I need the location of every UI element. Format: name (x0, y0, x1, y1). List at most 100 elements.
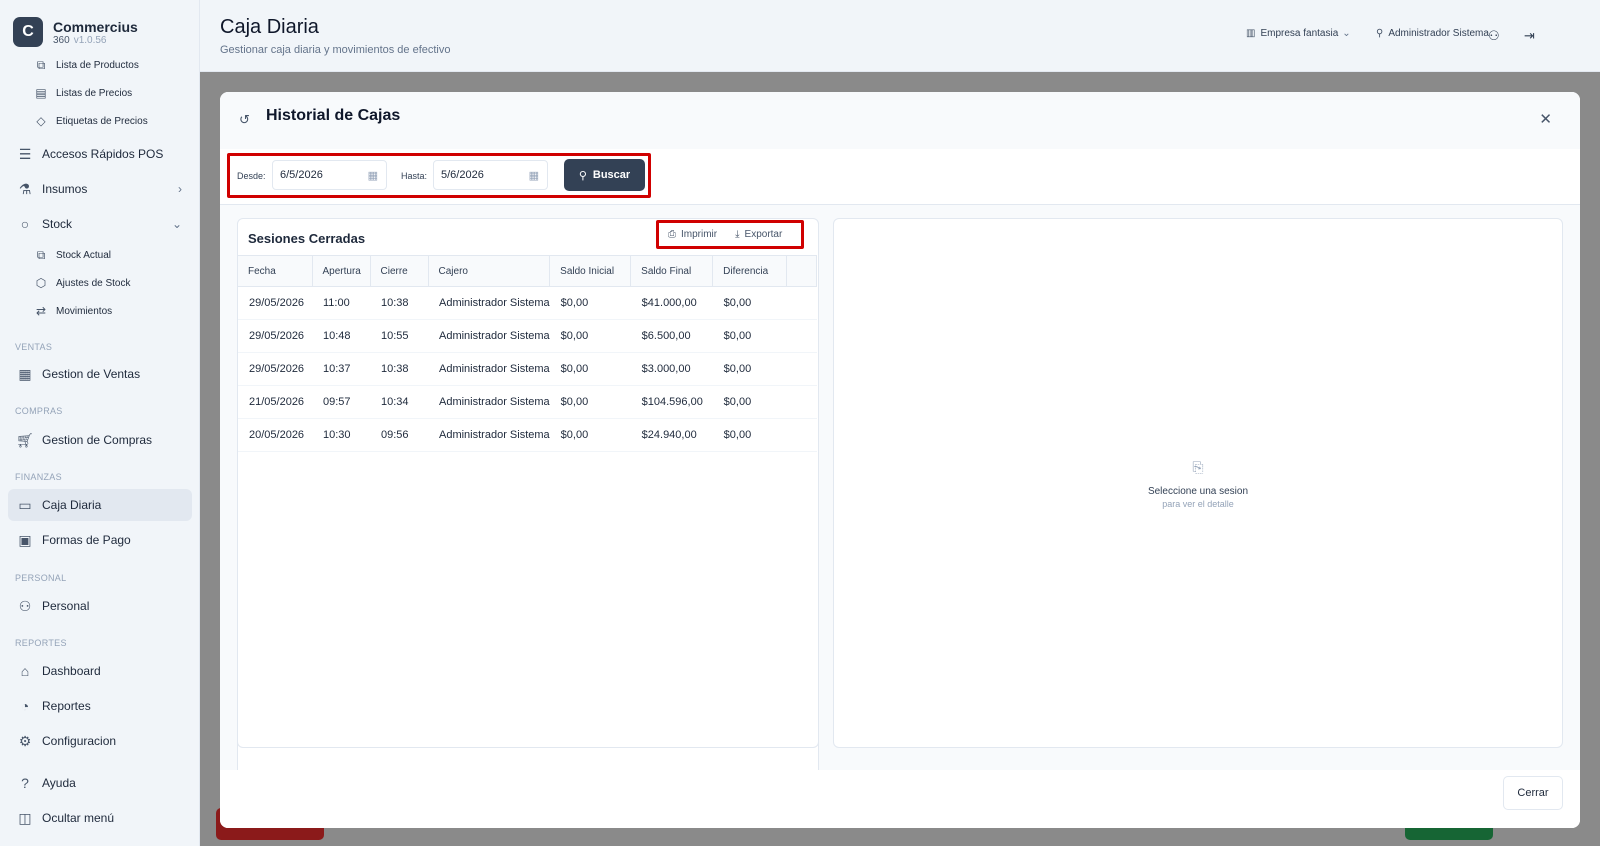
sidebar-item-formas-pago[interactable]: ▣ Formas de Pago (8, 524, 192, 556)
cell-spacer (786, 385, 817, 419)
table-row[interactable]: 29/05/2026 10:48 10:55 Administrador Sis… (238, 319, 817, 353)
exportar-label: Exportar (744, 229, 783, 240)
sidebar-item-personal[interactable]: ⚇ Personal (8, 590, 192, 622)
chevron-down-icon: ⌄ (171, 217, 182, 231)
sidebar-item-label: Configuracion (42, 734, 117, 748)
column-header[interactable]: Saldo Inicial (549, 255, 632, 287)
download-icon: ⤓ (735, 229, 740, 240)
sidebar-item-movimientos[interactable]: ⇄ Movimientos (8, 298, 192, 324)
cell-saldo-final: $24.940,00 (630, 418, 713, 452)
gear-icon: ⚙ (18, 732, 32, 749)
cerrar-button[interactable]: Cerrar (1503, 776, 1563, 810)
company-selector[interactable]: ▥ Empresa fantasia ⌄ (1246, 28, 1351, 39)
tag-icon: ◇ (36, 114, 46, 128)
column-header[interactable]: Fecha (238, 255, 313, 287)
column-header[interactable]: Cajero (428, 255, 551, 287)
sidebar-item-ocultar-menu[interactable]: ◫ Ocultar menú (8, 802, 192, 834)
cell-diferencia: $0,00 (712, 319, 787, 353)
cell-saldo-inicial: $0,00 (549, 385, 631, 419)
sidebar-item-label: Ayuda (42, 776, 76, 790)
cell-spacer (786, 418, 817, 452)
table-row[interactable]: 29/05/2026 10:37 10:38 Administrador Sis… (238, 352, 817, 386)
sidebar-item-insumos[interactable]: ⚗ Insumos › (8, 173, 192, 205)
table-row[interactable]: 29/05/2026 11:00 10:38 Administrador Sis… (238, 286, 817, 320)
cell-fecha: 20/05/2026 (238, 418, 312, 452)
cell-spacer (786, 352, 817, 386)
cell-diferencia: $0,00 (712, 418, 787, 452)
brand[interactable]: C Commercius 360 v1.0.56 (13, 17, 138, 47)
brand-version: v1.0.56 (73, 34, 107, 46)
sidebar-item-label: Accesos Rápidos POS (42, 147, 164, 161)
sidebar-item-accesos-rapidos[interactable]: ☰ Accesos Rápidos POS (8, 138, 192, 170)
sidebar-item-label: Stock (42, 217, 73, 231)
column-header[interactable]: Diferencia (712, 255, 788, 287)
sidebar-item-reportes[interactable]: ◔ Reportes (8, 690, 192, 722)
brand-logo: C (13, 17, 43, 47)
sidebar-item-label: Insumos (42, 182, 88, 196)
column-header[interactable]: Saldo Final (630, 255, 714, 287)
user-icon: ⚲ (1376, 28, 1384, 39)
cell-fecha: 29/05/2026 (238, 352, 312, 386)
switch-user-button[interactable]: ⚇ (1488, 28, 1500, 44)
desde-date-input[interactable]: 6/5/2026 ▦ (272, 160, 387, 190)
buscar-button[interactable]: ⚲ Buscar (564, 159, 645, 191)
table-row[interactable]: 21/05/2026 09:57 10:34 Administrador Sis… (238, 385, 817, 419)
exportar-button[interactable]: ⤓ Exportar (735, 229, 782, 240)
session-detail-panel: ⎘ Seleccione una sesion para ver el deta… (833, 218, 1563, 748)
home-icon: ⌂ (20, 663, 30, 679)
imprimir-button[interactable]: ⎙ Imprimir (668, 229, 717, 240)
user-menu[interactable]: ⚲ Administrador Sistema (1376, 28, 1489, 39)
users-icon: ⚇ (18, 597, 32, 614)
sidebar-item-caja-diaria[interactable]: ▭ Caja Diaria (8, 489, 192, 521)
cell-cierre: 09:56 (370, 418, 428, 452)
company-name: Empresa fantasia (1260, 28, 1339, 39)
cell-saldo-final: $41.000,00 (630, 286, 713, 320)
cell-saldo-final: $104.596,00 (630, 385, 713, 419)
sidebar-item-ayuda[interactable]: ? Ayuda (8, 767, 192, 799)
panel-title: Sesiones Cerradas (248, 231, 366, 246)
sidebar-item-lista-productos[interactable]: ⧉ Lista de Productos (8, 52, 192, 78)
cell-cajero: Administrador Sistema (428, 352, 550, 386)
brand-name: Commercius (53, 18, 138, 35)
empty-state: ⎘ Seleccione una sesion para ver el deta… (834, 459, 1562, 509)
sidebar-item-etiquetas-precios[interactable]: ◇ Etiquetas de Precios (8, 108, 192, 134)
cell-saldo-final: $6.500,00 (630, 319, 713, 353)
panel-left-icon: ◫ (18, 809, 32, 826)
sidebar-item-stock-actual[interactable]: ⧉ Stock Actual (8, 242, 192, 268)
sidebar-item-listas-precios[interactable]: ▤ Listas de Precios (8, 80, 192, 106)
hasta-date-input[interactable]: 5/6/2026 ▦ (433, 160, 548, 190)
sidebar-item-label: Stock Actual (56, 249, 112, 261)
cart-icon: 🛒︎ (16, 431, 34, 448)
close-icon[interactable]: ✕ (1539, 110, 1552, 128)
sidebar-item-label: Formas de Pago (42, 533, 131, 547)
sidebar-item-gestion-ventas[interactable]: ▦ Gestion de Ventas (8, 358, 192, 390)
cell-fecha: 29/05/2026 (238, 319, 312, 353)
sidebar-item-dashboard[interactable]: ⌂ Dashboard (8, 655, 192, 687)
modal-footer: Cerrar (220, 770, 1580, 828)
cell-cierre: 10:34 (370, 385, 428, 419)
historial-cajas-modal: ↺ Historial de Cajas ✕ Desde: 6/5/2026 ▦… (220, 92, 1580, 828)
file-search-icon: ⎘ (1192, 459, 1204, 475)
sidebar-item-configuracion[interactable]: ⚙ Configuracion (8, 725, 192, 757)
logout-button[interactable]: ⇥ (1524, 28, 1535, 44)
sidebar-item-stock[interactable]: ○ Stock ⌄ (8, 208, 192, 240)
page-header: Caja Diaria Gestionar caja diaria y movi… (200, 0, 1600, 72)
sidebar-item-gestion-compras[interactable]: 🛒︎ Gestion de Compras (8, 424, 192, 456)
panel-actions: ⎙ Imprimir ⤓ Exportar (668, 229, 782, 240)
cell-cajero: Administrador Sistema (428, 286, 550, 320)
cell-cajero: Administrador Sistema (428, 385, 550, 419)
table-row[interactable]: 20/05/2026 10:30 09:56 Administrador Sis… (238, 418, 817, 452)
cell-saldo-final: $3.000,00 (630, 352, 713, 386)
credit-card-icon: ▣ (18, 531, 32, 548)
sidebar-item-ajustes-stock[interactable]: ⬡ Ajustes de Stock (8, 270, 192, 296)
desde-label: Desde: (237, 171, 266, 181)
boxes-icon: ⧉ (36, 247, 46, 262)
section-label-compras: COMPRAS (15, 406, 63, 416)
cell-cierre: 10:55 (370, 319, 428, 353)
column-header-spacer (786, 255, 818, 287)
chevron-down-icon: ⌄ (1342, 28, 1351, 39)
chevron-right-icon: › (178, 182, 182, 196)
banknote-icon: ▤ (35, 86, 47, 100)
column-header[interactable]: Cierre (370, 255, 429, 287)
column-header[interactable]: Apertura (312, 255, 371, 287)
